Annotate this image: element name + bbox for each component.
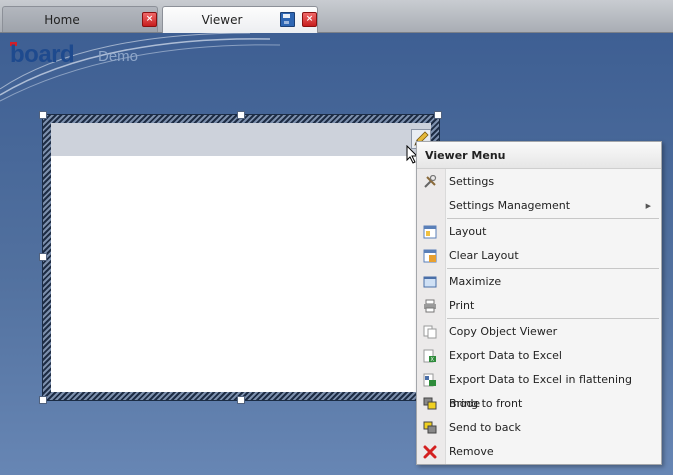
close-icon[interactable]: × xyxy=(142,12,157,27)
send-back-icon xyxy=(423,421,437,434)
viewer-selection-frame[interactable] xyxy=(42,114,440,401)
menu-item-maximize[interactable]: Maximize xyxy=(417,270,661,294)
tab-viewer[interactable]: Viewer × xyxy=(162,6,318,33)
tab-viewer-label: Viewer xyxy=(201,13,243,27)
viewer-context-menu: Viewer Menu Settings Settings Management… xyxy=(416,141,662,465)
menu-item-label: Settings xyxy=(449,175,495,188)
resize-handle[interactable] xyxy=(39,111,47,119)
menu-item-clear-layout[interactable]: Clear Layout xyxy=(417,244,661,268)
copy-icon xyxy=(423,325,437,339)
maximize-icon xyxy=(423,276,437,288)
menu-item-settings[interactable]: Settings xyxy=(417,170,661,194)
svg-text:X: X xyxy=(431,357,435,363)
resize-handle[interactable] xyxy=(39,396,47,404)
bring-front-icon xyxy=(423,397,437,410)
menu-item-settings-management[interactable]: Settings Management ▶ xyxy=(417,194,661,218)
menu-item-label: Layout xyxy=(449,225,487,238)
menu-separator xyxy=(447,268,659,269)
menu-item-label: Bring to front xyxy=(449,397,523,410)
tools-icon xyxy=(424,175,437,188)
logo-subtitle: Demo xyxy=(98,48,139,65)
menu-item-export-excel-flattening[interactable]: Export Data to Excel in flattening mode xyxy=(417,368,661,410)
menu-item-label: Maximize xyxy=(449,275,502,288)
menu-item-copy-object-viewer[interactable]: Copy Object Viewer xyxy=(417,320,661,344)
menu-item-label: Copy Object Viewer xyxy=(449,325,558,338)
viewer-header xyxy=(51,123,431,156)
menu-item-label: Remove xyxy=(449,445,494,458)
tab-home-label: Home xyxy=(44,13,80,27)
menu-item-label: Clear Layout xyxy=(449,249,519,262)
menu-item-remove[interactable]: Remove xyxy=(417,440,661,464)
menu-item-send-to-back[interactable]: Send to back xyxy=(417,416,661,440)
menu-separator xyxy=(447,218,659,219)
menu-item-export-excel[interactable]: X Export Data to Excel xyxy=(417,344,661,368)
menu-item-label: Settings Management xyxy=(449,199,571,212)
menu-item-label: Print xyxy=(449,299,475,312)
tab-strip: Home × Viewer × xyxy=(0,0,673,33)
menu-separator xyxy=(447,318,659,319)
submenu-arrow-icon: ▶ xyxy=(645,202,651,210)
resize-handle[interactable] xyxy=(237,111,245,119)
printer-icon xyxy=(424,299,436,313)
menu-item-label: Export Data to Excel xyxy=(449,349,562,362)
excel-export-icon: X xyxy=(423,349,436,363)
layout-icon xyxy=(423,225,437,239)
menu-item-bring-to-front[interactable]: Bring to front xyxy=(417,392,661,416)
remove-icon xyxy=(423,445,437,459)
menu-item-print[interactable]: Print xyxy=(417,294,661,318)
resize-handle[interactable] xyxy=(434,111,442,119)
excel-flatten-icon xyxy=(423,373,436,387)
menu-title: Viewer Menu xyxy=(417,142,661,169)
resize-handle[interactable] xyxy=(237,396,245,404)
tab-home[interactable]: Home × xyxy=(2,6,158,32)
resize-handle[interactable] xyxy=(39,253,47,261)
save-icon[interactable] xyxy=(280,12,295,27)
close-icon[interactable]: × xyxy=(302,12,317,27)
viewer-object[interactable] xyxy=(51,123,431,392)
menu-item-layout[interactable]: Layout xyxy=(417,220,661,244)
logo: board xyxy=(10,41,75,68)
menu-item-label: Send to back xyxy=(449,421,521,434)
clear-layout-icon xyxy=(423,249,437,263)
